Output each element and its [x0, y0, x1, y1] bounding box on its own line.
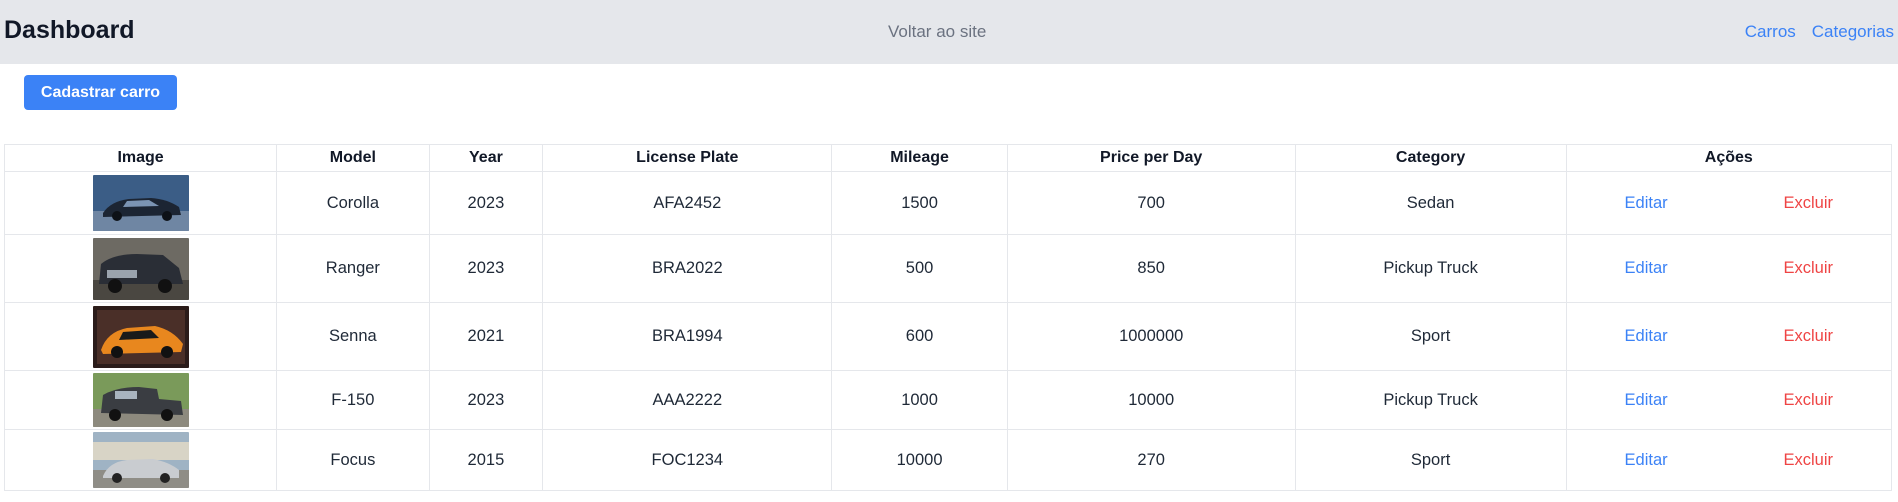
price-cell: 10000	[1006, 370, 1296, 430]
car-thumbnail	[92, 432, 189, 488]
license-plate-cell: AFA2452	[542, 171, 833, 235]
column-header-license-plate: License Plate	[542, 144, 833, 172]
price-cell: 850	[1006, 234, 1296, 303]
price-cell: 1000000	[1006, 302, 1296, 371]
actions-cell: Editar Excluir	[1565, 302, 1893, 371]
table-header-row: Image Model Year License Plate Mileage P…	[3, 144, 1893, 172]
column-header-image: Image	[3, 144, 278, 172]
table-row: F-150 2023 AAA2222 1000 10000 Pickup Tru…	[3, 370, 1893, 430]
car-thumbnail	[92, 175, 189, 231]
image-cell	[3, 234, 278, 303]
nav-links: Carros Categorias	[1745, 22, 1894, 42]
category-cell: Sport	[1294, 302, 1567, 371]
year-cell: 2015	[428, 429, 544, 491]
add-car-button[interactable]: Cadastrar carro	[24, 75, 177, 110]
nav-link-categorias[interactable]: Categorias	[1812, 22, 1894, 42]
category-cell: Pickup Truck	[1294, 370, 1567, 430]
table-row: Focus 2015 FOC1234 10000 270 Sport Edita…	[3, 429, 1893, 491]
column-header-actions: Ações	[1565, 144, 1893, 172]
edit-link[interactable]: Editar	[1625, 391, 1668, 410]
column-header-category: Category	[1294, 144, 1567, 172]
price-cell: 700	[1006, 171, 1296, 235]
mileage-cell: 500	[831, 234, 1008, 303]
column-header-price-per-day: Price per Day	[1006, 144, 1296, 172]
price-cell: 270	[1006, 429, 1296, 491]
year-cell: 2023	[428, 370, 544, 430]
image-cell	[3, 429, 278, 491]
year-cell: 2021	[428, 302, 544, 371]
column-header-model: Model	[276, 144, 430, 172]
model-cell: F-150	[276, 370, 430, 430]
actions-cell: Editar Excluir	[1565, 234, 1893, 303]
nav-link-carros[interactable]: Carros	[1745, 22, 1796, 42]
model-cell: Corolla	[276, 171, 430, 235]
mileage-cell: 600	[831, 302, 1008, 371]
dashboard-title: Dashboard	[4, 16, 135, 44]
actions-cell: Editar Excluir	[1565, 171, 1893, 235]
actions-cell: Editar Excluir	[1565, 370, 1893, 430]
mileage-cell: 10000	[831, 429, 1008, 491]
edit-link[interactable]: Editar	[1625, 327, 1668, 346]
mileage-cell: 1000	[831, 370, 1008, 430]
edit-link[interactable]: Editar	[1625, 259, 1668, 278]
delete-link[interactable]: Excluir	[1784, 194, 1834, 213]
mileage-cell: 1500	[831, 171, 1008, 235]
delete-link[interactable]: Excluir	[1784, 259, 1834, 278]
license-plate-cell: AAA2222	[542, 370, 833, 430]
license-plate-cell: BRA2022	[542, 234, 833, 303]
delete-link[interactable]: Excluir	[1784, 327, 1834, 346]
image-cell	[3, 302, 278, 371]
model-cell: Ranger	[276, 234, 430, 303]
category-cell: Pickup Truck	[1294, 234, 1567, 303]
top-navbar: Dashboard Voltar ao site Carros Categori…	[0, 0, 1898, 64]
car-thumbnail	[92, 237, 189, 300]
image-cell	[3, 171, 278, 235]
delete-link[interactable]: Excluir	[1784, 451, 1834, 470]
image-cell	[3, 370, 278, 430]
table-row: Corolla 2023 AFA2452 1500 700 Sedan Edit…	[3, 171, 1893, 235]
delete-link[interactable]: Excluir	[1784, 391, 1834, 410]
column-header-year: Year	[428, 144, 544, 172]
edit-link[interactable]: Editar	[1625, 194, 1668, 213]
year-cell: 2023	[428, 171, 544, 235]
table-row: Senna 2021 BRA1994 600 1000000 Sport Edi…	[3, 302, 1893, 371]
actions-cell: Editar Excluir	[1565, 429, 1893, 491]
table-row: Ranger 2023 BRA2022 500 850 Pickup Truck…	[3, 234, 1893, 303]
back-to-site-link[interactable]: Voltar ao site	[888, 22, 986, 42]
model-cell: Focus	[276, 429, 430, 491]
license-plate-cell: FOC1234	[542, 429, 833, 491]
category-cell: Sport	[1294, 429, 1567, 491]
column-header-mileage: Mileage	[831, 144, 1008, 172]
license-plate-cell: BRA1994	[542, 302, 833, 371]
car-thumbnail	[92, 373, 189, 427]
edit-link[interactable]: Editar	[1625, 451, 1668, 470]
year-cell: 2023	[428, 234, 544, 303]
category-cell: Sedan	[1294, 171, 1567, 235]
model-cell: Senna	[276, 302, 430, 371]
car-thumbnail	[92, 305, 189, 368]
cars-table: Image Model Year License Plate Mileage P…	[3, 144, 1893, 491]
